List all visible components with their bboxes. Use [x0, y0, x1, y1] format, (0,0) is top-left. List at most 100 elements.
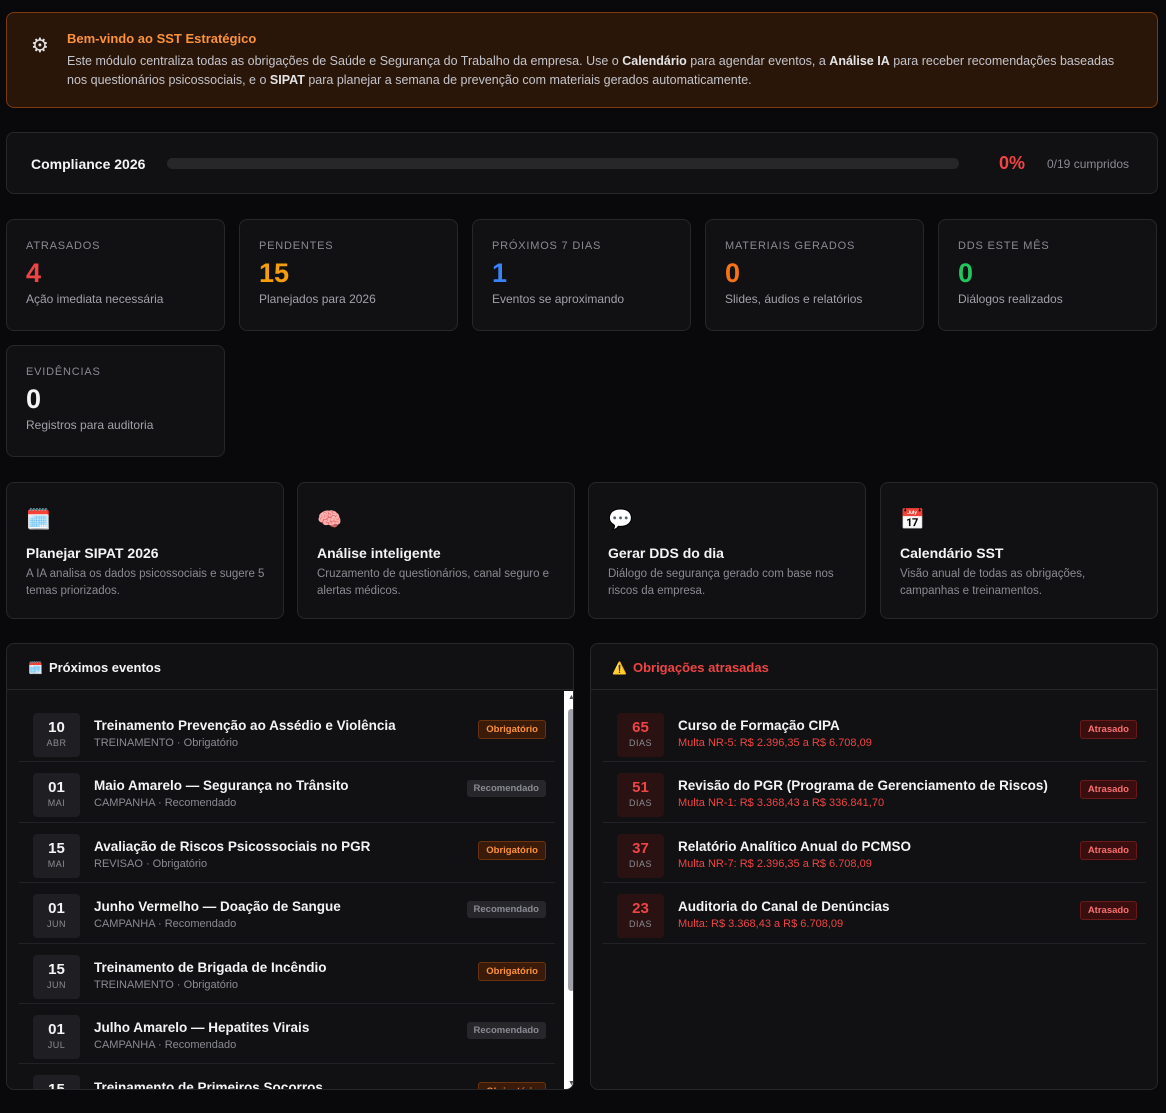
list-item[interactable]: 15 JUN Treinamento de Brigada de Incêndio T… [19, 944, 555, 1004]
action-card[interactable]: 🗓️ Planejar SIPAT 2026 A IA analisa os dad… [6, 482, 284, 619]
list-item[interactable]: 01 JUL Julho Amarelo — Hepatites Virais CAM… [19, 1004, 555, 1065]
calendar-31-icon: 📅 [900, 509, 925, 531]
stat-value: 15 [259, 258, 290, 288]
calendar-icon: 🗓️ [28, 661, 43, 675]
days-count: 65 [632, 719, 649, 736]
action-title: Gerar DDS do dia [608, 545, 724, 561]
action-card[interactable]: 🧠 Análise inteligente Cruzamento de questi… [297, 482, 575, 619]
compliance-count: 0/19 cumpridos [1047, 157, 1130, 171]
banner-text-part: para planejar a semana de prevenção com … [304, 73, 752, 87]
events-panel-header: 🗓️ Próximos eventos [7, 644, 573, 690]
days-unit: DIAS [628, 798, 652, 809]
status-badge: Obrigatório [478, 1082, 546, 1089]
stat-subtitle: Ação imediata necessária [26, 292, 164, 306]
event-subtitle: TREINAMENTO · Obrigatório [94, 737, 239, 749]
stat-subtitle: Planejados para 2026 [259, 292, 376, 306]
list-item[interactable]: 10 ABR Treinamento Prevenção ao Assédio e … [19, 702, 555, 763]
stat-subtitle: Slides, áudios e relatórios [725, 292, 863, 306]
overdue-list: 65 DIAS Curso de Formação CIPA Multa NR-5: … [603, 702, 1146, 944]
action-card[interactable]: 📅 Calendário SST Visão anual de todas as o… [880, 482, 1158, 619]
event-title: Julho Amarelo — Hepatites Virais [94, 1019, 310, 1035]
banner-calendar-term: Calendário [622, 54, 687, 68]
days-box: 51 DIAS [617, 773, 664, 818]
banner-text: Este módulo centraliza todas as obrigaçõ… [67, 52, 1137, 90]
date-month: JUN [47, 979, 66, 990]
list-item[interactable]: 01 MAI Maio Amarelo — Segurança no Trânsit… [19, 762, 555, 823]
stat-label: DDS ESTE MÊS [958, 240, 1050, 252]
overdue-panel: ⚠️ Obrigações atrasadas 65 DIAS Curso de Fo… [590, 643, 1158, 1090]
stat-label: MATERIAIS GERADOS [725, 240, 856, 252]
date-month: JUL [47, 1039, 66, 1050]
status-badge: Recomendado [466, 901, 546, 919]
scroll-up-icon[interactable]: ▲ [564, 694, 573, 701]
event-subtitle: CAMPANHA · Recomendado [94, 797, 237, 810]
event-title: Avaliação de Riscos Psicossociais no PGR [94, 838, 371, 854]
stat-value: 0 [958, 258, 974, 288]
calendar-icon: 🗓️ [26, 509, 51, 531]
status-badge: Obrigatório [478, 720, 546, 739]
events-list[interactable]: 10 ABR Treinamento Prevenção ao Assédio e … [19, 702, 555, 1089]
date-box: 10 ABR [33, 713, 80, 757]
warning-icon: ⚠️ [612, 661, 627, 675]
list-item[interactable]: 51 DIAS Revisão do PGR (Programa de Gerenc… [603, 762, 1146, 823]
status-badge: Recomendado [466, 780, 546, 798]
stat-subtitle: Diálogos realizados [958, 292, 1063, 306]
list-item[interactable]: 37 DIAS Relatório Analítico Anual do PCMSO… [603, 823, 1146, 884]
stat-subtitle: Registros para auditoria [26, 418, 154, 432]
fine-text: Multa NR-1: R$ 3.368,43 a R$ 336.841,70 [678, 797, 885, 810]
action-description: Diálogo de segurança gerado com base nos… [608, 568, 834, 597]
events-panel: 🗓️ Próximos eventos 10 ABR Treinamento Prev… [6, 643, 574, 1090]
events-scrollbar[interactable]: ▲ ▼ [564, 691, 573, 1089]
date-day: 01 [48, 779, 65, 797]
days-box: 65 DIAS [617, 713, 664, 757]
stat-value: 4 [26, 258, 42, 288]
action-description: A IA analisa os dados psicossociais e su… [26, 568, 265, 597]
events-panel-title: Próximos eventos [48, 660, 161, 675]
action-description: Cruzamento de questionários, canal segur… [317, 568, 550, 597]
stat-label: ATRASADOS [26, 240, 101, 252]
event-title: Maio Amarelo — Segurança no Trânsito [94, 778, 349, 794]
status-badge: Obrigatório [478, 840, 546, 860]
action-card[interactable]: 💬 Gerar DDS do dia Diálogo de segurança ge… [588, 482, 866, 619]
obligation-title: Relatório Analítico Anual do PCMSO [678, 838, 912, 854]
list-item[interactable]: 15JULTreinamento de Primeiros SocorrosTR… [19, 1064, 555, 1089]
stat-value: 0 [725, 258, 741, 288]
banner-text-part: para agendar eventos, a [686, 54, 830, 68]
date-month: JUN [47, 919, 66, 930]
stat-card: MATERIAIS GERADOS 0 Slides, áudios e relat… [705, 219, 924, 331]
list-item[interactable]: 65 DIAS Curso de Formação CIPA Multa NR-5: … [603, 702, 1146, 763]
overdue-panel-header: ⚠️ Obrigações atrasadas [591, 644, 1157, 690]
obligation-title: Auditoria do Canal de Denúncias [678, 899, 890, 915]
compliance-label: Compliance 2026 [31, 156, 146, 172]
event-subtitle: TREINAMENTO · Obrigatório [94, 978, 239, 991]
date-box: 01 JUN [33, 894, 80, 939]
stat-value: 1 [492, 258, 508, 288]
banner-title: Bem-vindo ao SST Estratégico [67, 31, 257, 46]
overdue-panel-title: Obrigações atrasadas [632, 660, 769, 675]
banner-sipat-term: SIPAT [269, 73, 305, 87]
stat-card: PENDENTES 15 Planejados para 2026 [239, 219, 458, 331]
obligation-title: Revisão do PGR (Programa de Gerenciament… [678, 778, 1048, 794]
stat-card: PRÓXIMOS 7 DIAS 1 Eventos se aproximando [472, 219, 691, 331]
list-item[interactable]: 15 MAI Avaliação de Riscos Psicossociais n… [19, 823, 555, 884]
event-subtitle: CAMPANHA · Recomendado [94, 918, 237, 931]
date-day: 01 [48, 1020, 65, 1038]
stat-card: ATRASADOS 4 Ação imediata necessária [6, 219, 225, 331]
days-count: 37 [632, 839, 649, 857]
event-title: Treinamento de Brigada de Incêndio [94, 959, 327, 975]
days-box: 37 DIAS [617, 833, 664, 878]
scroll-down-icon[interactable]: ▼ [564, 1080, 573, 1087]
action-title: Planejar SIPAT 2026 [26, 545, 159, 561]
banner-analysis-term: Análise IA [829, 54, 890, 68]
compliance-card: Compliance 2026 0% 0/19 cumpridos [6, 132, 1158, 194]
date-day: 01 [48, 900, 65, 918]
list-item[interactable]: 01 JUN Junho Vermelho — Doação de Sangue CA… [19, 883, 555, 944]
stat-card: EVIDÊNCIAS 0 Registros para auditoria [6, 345, 225, 457]
list-item[interactable]: 23 DIAS Auditoria do Canal de Denúncias Mul… [603, 883, 1146, 944]
obligation-title: Curso de Formação CIPA [678, 718, 840, 733]
date-box: 15 JUN [33, 954, 80, 999]
date-month: ABR [46, 738, 67, 748]
scrollbar-thumb[interactable] [568, 709, 573, 991]
action-title: Análise inteligente [317, 545, 441, 561]
fine-text: Multa: R$ 3.368,43 a R$ 6.708,09 [678, 918, 844, 931]
